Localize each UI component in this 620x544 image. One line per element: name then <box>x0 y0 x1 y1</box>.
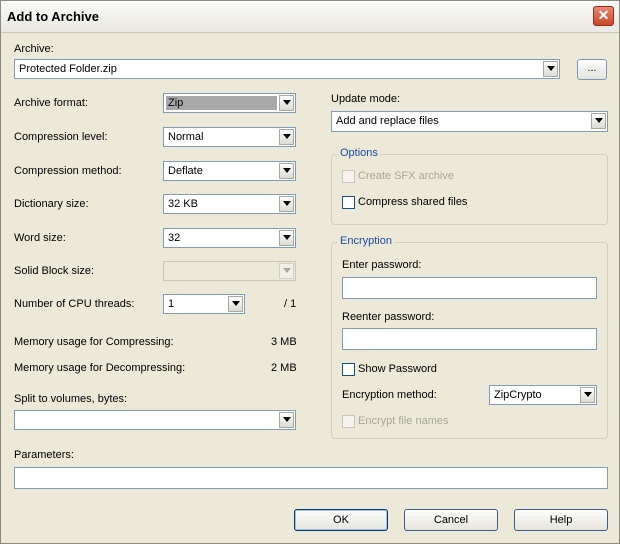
encryption-method-label: Encryption method: <box>342 389 437 401</box>
solid-block-size-select <box>163 261 296 281</box>
cpu-threads-label: Number of CPU threads: <box>14 298 135 310</box>
solid-block-size-label: Solid Block size: <box>14 265 95 277</box>
encryption-method-value: ZipCrypto <box>494 389 542 401</box>
parameters-input[interactable] <box>14 467 608 489</box>
cancel-button[interactable]: Cancel <box>404 509 498 531</box>
memory-decompress-label: Memory usage for Decompressing: <box>14 362 186 374</box>
close-icon: ✕ <box>597 7 610 23</box>
archive-label: Archive: <box>14 43 54 55</box>
memory-compress-value: 3 MB <box>271 336 297 348</box>
archive-path-combo[interactable]: Protected Folder.zip <box>14 59 560 79</box>
parameters-label: Parameters: <box>14 449 74 461</box>
enter-password-input[interactable] <box>342 277 597 299</box>
chevron-down-icon[interactable] <box>543 61 558 77</box>
compression-level-value: Normal <box>168 131 204 143</box>
chevron-down-icon[interactable] <box>279 95 294 111</box>
chevron-down-icon[interactable] <box>279 412 294 428</box>
chevron-down-icon[interactable] <box>279 196 294 212</box>
chevron-down-icon[interactable] <box>228 296 243 312</box>
chevron-down-icon[interactable] <box>580 387 595 403</box>
memory-decompress-value: 2 MB <box>271 362 297 374</box>
create-sfx-checkbox <box>342 170 355 183</box>
encrypt-file-names-checkbox <box>342 415 355 428</box>
title-bar: Add to Archive ✕ <box>1 1 619 33</box>
update-mode-select[interactable]: Add and replace files <box>331 111 608 132</box>
compress-shared-checkbox[interactable] <box>342 196 355 209</box>
cpu-threads-max: / 1 <box>284 298 297 310</box>
encryption-method-select[interactable]: ZipCrypto <box>489 385 597 405</box>
create-sfx-label: Create SFX archive <box>358 170 454 182</box>
word-size-value: 32 <box>168 232 181 244</box>
update-mode-label: Update mode: <box>331 93 401 105</box>
enter-password-label: Enter password: <box>342 259 422 271</box>
encrypt-file-names-label: Encrypt file names <box>358 415 449 427</box>
archive-path-value: Protected Folder.zip <box>19 63 117 75</box>
chevron-down-icon[interactable] <box>279 230 294 246</box>
split-volumes-label: Split to volumes, bytes: <box>14 393 128 405</box>
compression-level-label: Compression level: <box>14 131 108 143</box>
browse-button[interactable]: ... <box>577 59 607 80</box>
word-size-select[interactable]: 32 <box>163 228 296 248</box>
reenter-password-label: Reenter password: <box>342 311 435 323</box>
split-volumes-combo[interactable] <box>14 410 296 430</box>
help-button[interactable]: Help <box>514 509 608 531</box>
cpu-threads-select[interactable]: 1 <box>163 294 245 314</box>
show-password-checkbox[interactable] <box>342 363 355 376</box>
memory-compress-label: Memory usage for Compressing: <box>14 336 174 348</box>
chevron-down-icon[interactable] <box>591 113 606 129</box>
encryption-group-title: Encryption <box>338 235 394 247</box>
compression-method-label: Compression method: <box>14 165 122 177</box>
chevron-down-icon[interactable] <box>279 129 294 145</box>
compression-level-select[interactable]: Normal <box>163 127 296 147</box>
show-password-label: Show Password <box>358 363 437 375</box>
compression-method-select[interactable]: Deflate <box>163 161 296 181</box>
archive-format-label: Archive format: <box>14 97 88 109</box>
dictionary-size-value: 32 KB <box>168 198 198 210</box>
dialog-title: Add to Archive <box>7 9 99 24</box>
reenter-password-input[interactable] <box>342 328 597 350</box>
ok-button[interactable]: OK <box>294 509 388 531</box>
compress-shared-label: Compress shared files <box>358 196 468 208</box>
close-button[interactable]: ✕ <box>593 6 614 26</box>
update-mode-value: Add and replace files <box>336 115 439 127</box>
chevron-down-icon[interactable] <box>279 163 294 179</box>
archive-format-value: Zip <box>168 97 184 109</box>
cpu-threads-value: 1 <box>168 298 175 310</box>
chevron-down-icon <box>279 263 294 279</box>
options-group-title: Options <box>338 147 380 159</box>
word-size-label: Word size: <box>14 232 66 244</box>
add-to-archive-dialog: Add to Archive ✕ Archive: Protected Fold… <box>0 0 620 544</box>
dictionary-size-select[interactable]: 32 KB <box>163 194 296 214</box>
compression-method-value: Deflate <box>168 165 203 177</box>
options-group: Options <box>331 147 608 225</box>
archive-format-select[interactable]: Zip <box>163 93 296 113</box>
dictionary-size-label: Dictionary size: <box>14 198 89 210</box>
